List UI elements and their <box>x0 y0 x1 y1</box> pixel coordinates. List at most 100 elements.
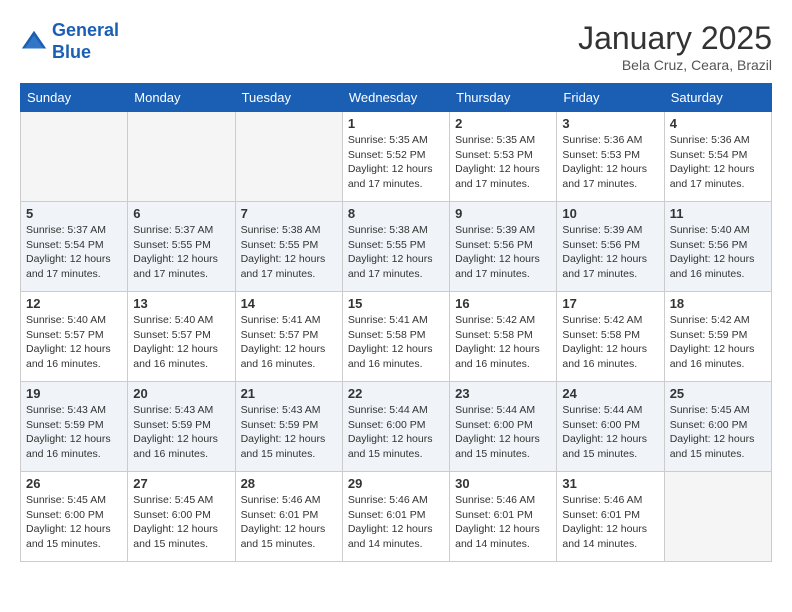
day-info: Sunrise: 5:43 AM Sunset: 5:59 PM Dayligh… <box>133 403 229 462</box>
weekday-header-tuesday: Tuesday <box>235 84 342 112</box>
day-number: 16 <box>455 296 551 311</box>
weekday-header-monday: Monday <box>128 84 235 112</box>
calendar-cell: 29Sunrise: 5:46 AM Sunset: 6:01 PM Dayli… <box>342 472 449 562</box>
calendar-table: SundayMondayTuesdayWednesdayThursdayFrid… <box>20 83 772 562</box>
weekday-header-friday: Friday <box>557 84 664 112</box>
calendar-cell: 9 Sunrise: 5:39 AM Sunset: 5:56 PM Daylig… <box>450 202 557 292</box>
day-info: Sunrise: 5:37 AM Sunset: 5:55 PM Dayligh… <box>133 223 229 282</box>
day-info: Sunrise: 5:42 AM Sunset: 5:58 PM Dayligh… <box>455 313 551 372</box>
calendar-cell: 18 Sunrise: 5:42 AM Sunset: 5:59 PM Dayli… <box>664 292 771 382</box>
calendar-cell: 19 Sunrise: 5:43 AM Sunset: 5:59 PM Dayli… <box>21 382 128 472</box>
calendar-cell: 2 Sunrise: 5:35 AM Sunset: 5:53 PM Daylig… <box>450 112 557 202</box>
day-number: 4 <box>670 116 766 131</box>
calendar-cell: 30Sunrise: 5:46 AM Sunset: 6:01 PM Dayli… <box>450 472 557 562</box>
day-info: Sunrise: 5:46 AM Sunset: 6:01 PM Dayligh… <box>455 493 551 552</box>
calendar-cell: 4Sunrise: 5:36 AM Sunset: 5:54 PM Daylig… <box>664 112 771 202</box>
day-number: 2 <box>455 116 551 131</box>
calendar-cell: 16 Sunrise: 5:42 AM Sunset: 5:58 PM Dayli… <box>450 292 557 382</box>
calendar-cell: 22 Sunrise: 5:44 AM Sunset: 6:00 PM Dayli… <box>342 382 449 472</box>
logo: General Blue <box>20 20 119 63</box>
day-info: Sunrise: 5:41 AM Sunset: 5:57 PM Dayligh… <box>241 313 337 372</box>
day-info: Sunrise: 5:45 AM Sunset: 6:00 PM Dayligh… <box>670 403 766 462</box>
weekday-header-row: SundayMondayTuesdayWednesdayThursdayFrid… <box>21 84 772 112</box>
day-number: 13 <box>133 296 229 311</box>
calendar-cell <box>128 112 235 202</box>
calendar-cell: 28Sunrise: 5:46 AM Sunset: 6:01 PM Dayli… <box>235 472 342 562</box>
calendar-cell: 15 Sunrise: 5:41 AM Sunset: 5:58 PM Dayli… <box>342 292 449 382</box>
day-info: Sunrise: 5:46 AM Sunset: 6:01 PM Dayligh… <box>348 493 444 552</box>
day-info: Sunrise: 5:40 AM Sunset: 5:57 PM Dayligh… <box>26 313 122 372</box>
calendar-cell: 26Sunrise: 5:45 AM Sunset: 6:00 PM Dayli… <box>21 472 128 562</box>
day-number: 5 <box>26 206 122 221</box>
day-info: Sunrise: 5:35 AM Sunset: 5:52 PM Dayligh… <box>348 133 444 192</box>
day-number: 31 <box>562 476 658 491</box>
calendar-week-row: 1 Sunrise: 5:35 AM Sunset: 5:52 PM Daylig… <box>21 112 772 202</box>
day-number: 25 <box>670 386 766 401</box>
day-number: 14 <box>241 296 337 311</box>
calendar-cell <box>21 112 128 202</box>
calendar-week-row: 19 Sunrise: 5:43 AM Sunset: 5:59 PM Dayli… <box>21 382 772 472</box>
day-info: Sunrise: 5:42 AM Sunset: 5:58 PM Dayligh… <box>562 313 658 372</box>
calendar-cell: 3 Sunrise: 5:36 AM Sunset: 5:53 PM Daylig… <box>557 112 664 202</box>
calendar-cell: 11 Sunrise: 5:40 AM Sunset: 5:56 PM Dayli… <box>664 202 771 292</box>
day-info: Sunrise: 5:39 AM Sunset: 5:56 PM Dayligh… <box>455 223 551 282</box>
calendar-cell: 14 Sunrise: 5:41 AM Sunset: 5:57 PM Dayli… <box>235 292 342 382</box>
calendar-cell: 24Sunrise: 5:44 AM Sunset: 6:00 PM Dayli… <box>557 382 664 472</box>
logo-text: General Blue <box>52 20 119 63</box>
calendar-cell: 10 Sunrise: 5:39 AM Sunset: 5:56 PM Dayli… <box>557 202 664 292</box>
day-number: 3 <box>562 116 658 131</box>
day-number: 22 <box>348 386 444 401</box>
day-number: 20 <box>133 386 229 401</box>
day-info: Sunrise: 5:42 AM Sunset: 5:59 PM Dayligh… <box>670 313 766 372</box>
day-info: Sunrise: 5:40 AM Sunset: 5:56 PM Dayligh… <box>670 223 766 282</box>
weekday-header-saturday: Saturday <box>664 84 771 112</box>
day-number: 8 <box>348 206 444 221</box>
calendar-cell: 13 Sunrise: 5:40 AM Sunset: 5:57 PM Dayli… <box>128 292 235 382</box>
calendar-cell: 6 Sunrise: 5:37 AM Sunset: 5:55 PM Daylig… <box>128 202 235 292</box>
location: Bela Cruz, Ceara, Brazil <box>578 57 772 73</box>
day-number: 10 <box>562 206 658 221</box>
day-number: 17 <box>562 296 658 311</box>
calendar-cell: 23Sunrise: 5:44 AM Sunset: 6:00 PM Dayli… <box>450 382 557 472</box>
day-info: Sunrise: 5:44 AM Sunset: 6:00 PM Dayligh… <box>348 403 444 462</box>
weekday-header-wednesday: Wednesday <box>342 84 449 112</box>
calendar-cell: 25 Sunrise: 5:45 AM Sunset: 6:00 PM Dayli… <box>664 382 771 472</box>
day-info: Sunrise: 5:41 AM Sunset: 5:58 PM Dayligh… <box>348 313 444 372</box>
day-number: 19 <box>26 386 122 401</box>
day-number: 9 <box>455 206 551 221</box>
calendar-week-row: 5 Sunrise: 5:37 AM Sunset: 5:54 PM Daylig… <box>21 202 772 292</box>
day-number: 15 <box>348 296 444 311</box>
calendar-cell: 1 Sunrise: 5:35 AM Sunset: 5:52 PM Daylig… <box>342 112 449 202</box>
day-number: 11 <box>670 206 766 221</box>
month-title: January 2025 <box>578 20 772 57</box>
day-number: 18 <box>670 296 766 311</box>
weekday-header-sunday: Sunday <box>21 84 128 112</box>
day-number: 6 <box>133 206 229 221</box>
day-info: Sunrise: 5:39 AM Sunset: 5:56 PM Dayligh… <box>562 223 658 282</box>
day-number: 26 <box>26 476 122 491</box>
day-info: Sunrise: 5:44 AM Sunset: 6:00 PM Dayligh… <box>455 403 551 462</box>
calendar-week-row: 12 Sunrise: 5:40 AM Sunset: 5:57 PM Dayli… <box>21 292 772 382</box>
day-number: 12 <box>26 296 122 311</box>
calendar-cell: 31 Sunrise: 5:46 AM Sunset: 6:01 PM Dayli… <box>557 472 664 562</box>
day-info: Sunrise: 5:36 AM Sunset: 5:53 PM Dayligh… <box>562 133 658 192</box>
day-info: Sunrise: 5:44 AM Sunset: 6:00 PM Dayligh… <box>562 403 658 462</box>
day-info: Sunrise: 5:37 AM Sunset: 5:54 PM Dayligh… <box>26 223 122 282</box>
day-info: Sunrise: 5:43 AM Sunset: 5:59 PM Dayligh… <box>26 403 122 462</box>
day-info: Sunrise: 5:40 AM Sunset: 5:57 PM Dayligh… <box>133 313 229 372</box>
day-number: 27 <box>133 476 229 491</box>
day-info: Sunrise: 5:38 AM Sunset: 5:55 PM Dayligh… <box>241 223 337 282</box>
calendar-cell: 7 Sunrise: 5:38 AM Sunset: 5:55 PM Daylig… <box>235 202 342 292</box>
calendar-cell: 27Sunrise: 5:45 AM Sunset: 6:00 PM Dayli… <box>128 472 235 562</box>
day-number: 1 <box>348 116 444 131</box>
day-info: Sunrise: 5:38 AM Sunset: 5:55 PM Dayligh… <box>348 223 444 282</box>
day-info: Sunrise: 5:46 AM Sunset: 6:01 PM Dayligh… <box>562 493 658 552</box>
day-number: 7 <box>241 206 337 221</box>
calendar-cell: 21Sunrise: 5:43 AM Sunset: 5:59 PM Dayli… <box>235 382 342 472</box>
calendar-cell: 8 Sunrise: 5:38 AM Sunset: 5:55 PM Daylig… <box>342 202 449 292</box>
calendar-cell: 20 Sunrise: 5:43 AM Sunset: 5:59 PM Dayli… <box>128 382 235 472</box>
calendar-cell: 12 Sunrise: 5:40 AM Sunset: 5:57 PM Dayli… <box>21 292 128 382</box>
day-info: Sunrise: 5:43 AM Sunset: 5:59 PM Dayligh… <box>241 403 337 462</box>
day-number: 28 <box>241 476 337 491</box>
day-info: Sunrise: 5:35 AM Sunset: 5:53 PM Dayligh… <box>455 133 551 192</box>
